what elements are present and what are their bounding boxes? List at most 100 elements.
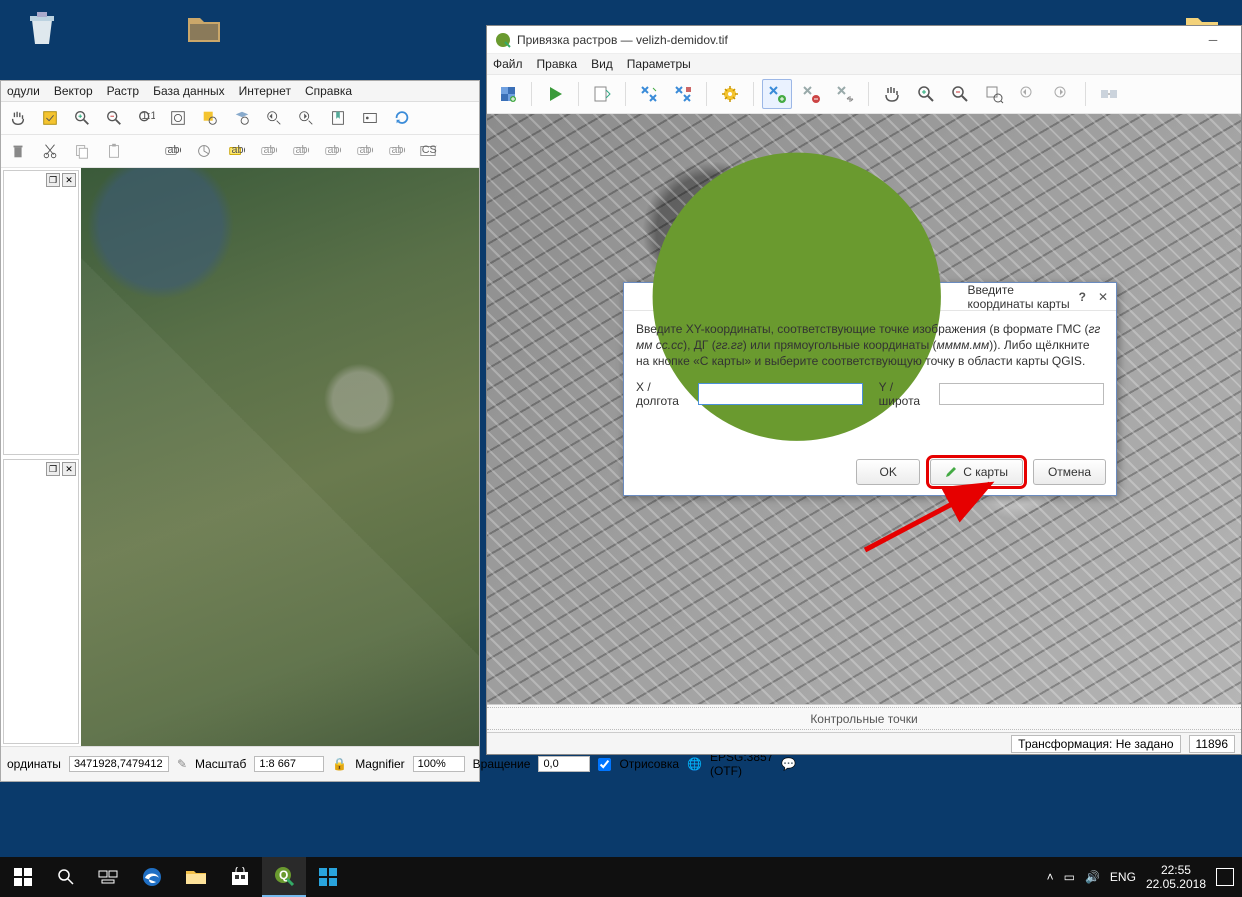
coord-label: ординаты: [7, 757, 61, 771]
x-input[interactable]: [698, 383, 863, 405]
tray-clock[interactable]: 22:55 22.05.2018: [1146, 863, 1206, 892]
transformation-settings-icon[interactable]: [715, 79, 745, 109]
zoom-out-icon[interactable]: [101, 105, 127, 131]
menu-web[interactable]: Интернет: [239, 84, 291, 98]
coord-input[interactable]: [69, 756, 169, 772]
store-icon[interactable]: [218, 857, 262, 897]
pan-to-selection-icon[interactable]: [37, 105, 63, 131]
tray-volume-icon[interactable]: 🔊: [1085, 870, 1100, 884]
load-gcp-icon[interactable]: [634, 79, 664, 109]
zoom-in-icon[interactable]: [69, 105, 95, 131]
zoom-layer-icon[interactable]: [229, 105, 255, 131]
show-bookmarks-icon[interactable]: [357, 105, 383, 131]
open-raster-icon[interactable]: [493, 79, 523, 109]
zoom-last-icon[interactable]: [261, 105, 287, 131]
menu-database[interactable]: База данных: [153, 84, 224, 98]
georef-titlebar[interactable]: Привязка растров — velizh-demidov.tif ─: [487, 26, 1241, 54]
start-georef-icon[interactable]: [540, 79, 570, 109]
gcp-table-panel[interactable]: Контрольные точки: [487, 704, 1241, 732]
save-gcp-icon[interactable]: [668, 79, 698, 109]
highlight-label-icon[interactable]: abc: [223, 138, 249, 164]
pin-label-icon[interactable]: abc: [255, 138, 281, 164]
messages-icon[interactable]: 💬: [781, 757, 796, 771]
link-georef-icon[interactable]: [1094, 79, 1124, 109]
georef-zoom-last-icon[interactable]: [1013, 79, 1043, 109]
recycle-bin-icon[interactable]: [18, 8, 66, 48]
panel-close-icon[interactable]: ✕: [62, 173, 76, 187]
move-label-icon[interactable]: abc: [319, 138, 345, 164]
menu-settings[interactable]: Параметры: [627, 57, 691, 71]
zoom-selection-icon[interactable]: [197, 105, 223, 131]
copy-icon[interactable]: [69, 138, 95, 164]
task-view-icon[interactable]: [86, 857, 130, 897]
render-checkbox[interactable]: [598, 758, 611, 771]
ok-button[interactable]: OK: [856, 459, 920, 485]
action-center-icon[interactable]: [1216, 868, 1234, 886]
panel-restore-icon[interactable]: ❐: [46, 173, 60, 187]
file-explorer-icon[interactable]: [174, 857, 218, 897]
zoom-native-icon[interactable]: 1:1: [133, 105, 159, 131]
menu-raster[interactable]: Растр: [107, 84, 139, 98]
y-input[interactable]: [939, 383, 1104, 405]
layers-panel[interactable]: ❐✕: [3, 170, 79, 455]
desktop-folder-1[interactable]: [180, 8, 228, 48]
georef-menubar[interactable]: Файл Правка Вид Параметры: [487, 54, 1241, 75]
magnifier-input[interactable]: [413, 756, 465, 772]
tray-language[interactable]: ENG: [1110, 870, 1136, 884]
georef-zoom-out-icon[interactable]: [945, 79, 975, 109]
help-button[interactable]: ?: [1079, 290, 1086, 304]
menu-vector[interactable]: Вектор: [54, 84, 93, 98]
start-button[interactable]: [0, 857, 46, 897]
scale-lock-icon[interactable]: ✎: [177, 757, 187, 771]
lock-icon[interactable]: 🔒: [332, 757, 347, 771]
menu-edit[interactable]: Правка: [537, 57, 578, 71]
generate-script-icon[interactable]: [587, 79, 617, 109]
tray-chevron-icon[interactable]: ˄: [1047, 870, 1054, 884]
georef-zoom-in-icon[interactable]: [911, 79, 941, 109]
change-label-icon[interactable]: abc: [383, 138, 409, 164]
refresh-icon[interactable]: [389, 105, 415, 131]
windows-taskbar[interactable]: Q ˄ ▭ 🔊 ENG 22:55 22.05.2018: [0, 857, 1242, 897]
zoom-next-icon[interactable]: [293, 105, 319, 131]
menu-view[interactable]: Вид: [591, 57, 613, 71]
label-layer-icon[interactable]: abc: [159, 138, 185, 164]
edge-icon[interactable]: [130, 857, 174, 897]
close-button[interactable]: ✕: [1098, 290, 1108, 304]
zoom-full-icon[interactable]: [165, 105, 191, 131]
new-bookmark-icon[interactable]: [325, 105, 351, 131]
browser-panel[interactable]: ❐✕: [3, 459, 79, 744]
paste-icon[interactable]: [101, 138, 127, 164]
dialog-titlebar[interactable]: Введите координаты карты ? ✕: [624, 283, 1116, 311]
georef-zoom-next-icon[interactable]: [1047, 79, 1077, 109]
panel-close-icon[interactable]: ✕: [62, 462, 76, 476]
qgis-task-icon[interactable]: Q: [262, 857, 306, 897]
windows-app-icon[interactable]: [306, 857, 350, 897]
georef-zoom-layer-icon[interactable]: [979, 79, 1009, 109]
move-point-icon[interactable]: [830, 79, 860, 109]
qgis-menubar[interactable]: одули Вектор Растр База данных Интернет …: [1, 81, 479, 102]
csw-icon[interactable]: CSW: [415, 138, 441, 164]
diagram-icon[interactable]: [191, 138, 217, 164]
show-label-icon[interactable]: abc: [287, 138, 313, 164]
qgis-map-canvas[interactable]: [81, 168, 479, 746]
crs-icon[interactable]: 🌐: [687, 757, 702, 771]
cut-icon[interactable]: [37, 138, 63, 164]
system-tray[interactable]: ˄ ▭ 🔊 ENG 22:55 22.05.2018: [1039, 863, 1242, 892]
tray-battery-icon[interactable]: ▭: [1064, 870, 1075, 884]
delete-icon[interactable]: [5, 138, 31, 164]
panel-restore-icon[interactable]: ❐: [46, 462, 60, 476]
cancel-button[interactable]: Отмена: [1033, 459, 1106, 485]
add-point-icon[interactable]: [762, 79, 792, 109]
georef-pan-icon[interactable]: [877, 79, 907, 109]
from-map-button[interactable]: С карты: [930, 459, 1023, 485]
pan-icon[interactable]: [5, 105, 31, 131]
menu-help[interactable]: Справка: [305, 84, 352, 98]
rotation-input[interactable]: [538, 756, 590, 772]
menu-modules[interactable]: одули: [7, 84, 40, 98]
menu-file[interactable]: Файл: [493, 57, 523, 71]
delete-point-icon[interactable]: [796, 79, 826, 109]
taskbar-search-icon[interactable]: [46, 868, 86, 886]
scale-input[interactable]: [254, 756, 324, 772]
rotate-label-icon[interactable]: abc: [351, 138, 377, 164]
minimize-button[interactable]: ─: [1193, 27, 1233, 53]
